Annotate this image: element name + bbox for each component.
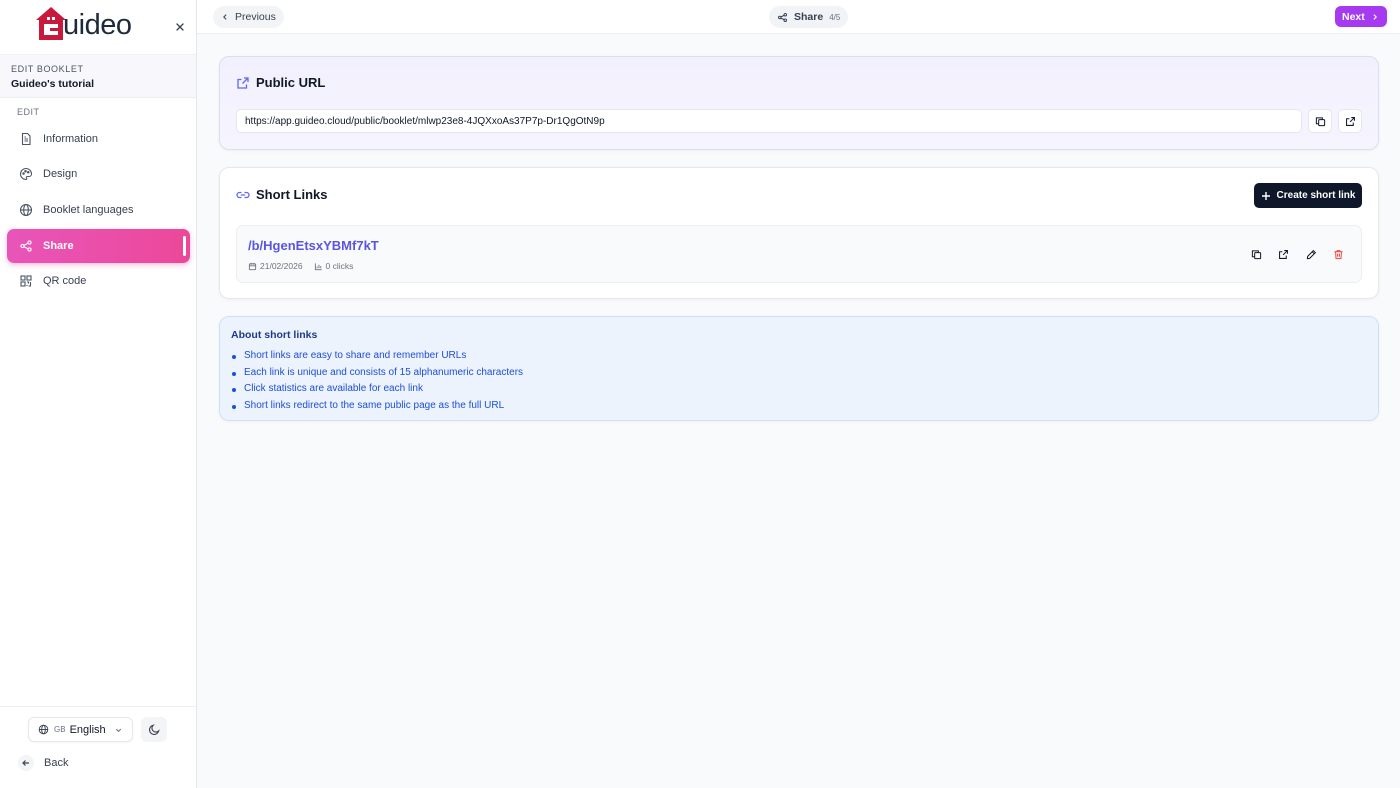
short-link-slug[interactable]: /b/HgenEtsxYBMf7kT [248, 238, 379, 253]
external-link-icon [1345, 116, 1356, 127]
copy-icon [1315, 116, 1326, 127]
public-url-card: Public URL [219, 56, 1379, 150]
logo-area: uideo [0, 0, 196, 55]
qr-code-icon [19, 274, 33, 288]
short-link-row: /b/HgenEtsxYBMf7kT 21/02/2026 0 clicks [236, 225, 1362, 283]
public-url-heading: Public URL [236, 75, 325, 90]
list-item: Each link is unique and consists of 15 a… [231, 365, 523, 382]
short-links-heading: Short Links [236, 187, 328, 202]
previous-label: Previous [235, 11, 276, 23]
create-short-link-button[interactable]: Create short link [1254, 183, 1362, 208]
short-link-clicks: 0 clicks [314, 261, 354, 271]
edit-booklet-header: EDIT BOOKLET Guideo's tutorial [0, 55, 196, 98]
step-counter: 4/5 [829, 12, 841, 22]
list-item: Short links redirect to the same public … [231, 398, 523, 415]
sidebar-item-label: Information [43, 133, 99, 145]
document-icon [19, 132, 33, 146]
public-url-title: Public URL [256, 75, 326, 90]
short-links-title: Short Links [256, 187, 328, 202]
back-label: Back [44, 757, 69, 769]
active-indicator [183, 236, 186, 256]
copy-url-button[interactable] [1308, 109, 1332, 133]
next-button[interactable]: Next [1335, 6, 1387, 27]
globe-icon [19, 203, 33, 217]
chevron-right-icon [1371, 13, 1379, 21]
about-points: Short links are easy to share and rememb… [231, 348, 523, 415]
bar-chart-icon [314, 262, 326, 271]
short-link-date-text: 21/02/2026 [260, 261, 303, 271]
edit-booklet-kicker: EDIT BOOKLET [11, 64, 84, 74]
about-short-links-card: About short links Short links are easy t… [219, 316, 1379, 421]
create-short-link-label: Create short link [1276, 190, 1356, 201]
list-item: Click statistics are available for each … [231, 381, 523, 398]
external-link-icon [1278, 249, 1289, 260]
sidebar-item-label: QR code [43, 275, 87, 287]
next-label: Next [1342, 10, 1365, 23]
language-select[interactable]: GB English [28, 717, 133, 742]
share-icon [777, 12, 788, 23]
share-icon [19, 239, 33, 253]
calendar-icon [248, 262, 260, 271]
sidebar-item-share[interactable]: Share [7, 229, 190, 263]
guideo-logo[interactable]: uideo [35, 6, 132, 42]
plus-icon [1261, 191, 1271, 201]
trash-icon [1333, 249, 1344, 260]
open-url-button[interactable] [1338, 109, 1362, 133]
language-flag-code: GB [54, 725, 66, 734]
pencil-icon [1306, 249, 1317, 260]
list-item: Short links are easy to share and rememb… [231, 348, 523, 365]
short-link-clicks-text: 0 clicks [325, 261, 354, 271]
short-link-meta: 21/02/2026 0 clicks [248, 261, 364, 271]
arrow-left-icon [18, 755, 34, 771]
sidebar-item-design[interactable]: Design [7, 157, 190, 191]
sidebar-item-information[interactable]: Information [7, 122, 190, 156]
close-sidebar-icon[interactable] [172, 19, 188, 35]
short-links-card: Short Links Create short link /b/HgenEts… [219, 167, 1379, 299]
sidebar-item-booklet-languages[interactable]: Booklet languages [7, 193, 190, 227]
palette-icon [19, 167, 33, 181]
chevron-down-icon [114, 726, 123, 735]
sidebar-item-label: Booklet languages [43, 204, 134, 216]
globe-icon [38, 724, 49, 735]
sidebar-item-qr-code[interactable]: QR code [7, 264, 190, 298]
step-label: Share [794, 11, 824, 23]
booklet-title: Guideo's tutorial [11, 78, 95, 90]
sidebar-footer: GB English Back [0, 706, 196, 788]
chevron-left-icon [221, 13, 229, 21]
external-link-icon [236, 76, 250, 90]
copy-short-link-button[interactable] [1248, 246, 1264, 262]
sidebar: uideo EDIT BOOKLET Guideo's tutorial EDI… [0, 0, 197, 788]
sidebar-item-label: Design [43, 168, 78, 180]
link-icon [236, 188, 250, 202]
step-indicator: Share 4/5 [769, 6, 849, 28]
language-name: English [69, 723, 106, 736]
back-button[interactable]: Back [18, 755, 68, 771]
previous-button[interactable]: Previous [213, 6, 284, 28]
open-short-link-button[interactable] [1275, 246, 1291, 262]
moon-icon [148, 723, 161, 736]
logo-text: uideo [63, 9, 132, 41]
sidebar-item-label: Share [43, 240, 74, 252]
top-bar: Previous Share 4/5 Next [197, 0, 1400, 34]
short-link-date: 21/02/2026 [248, 261, 303, 271]
dark-mode-toggle[interactable] [141, 717, 167, 742]
edit-short-link-button[interactable] [1303, 246, 1319, 262]
public-url-field[interactable] [236, 109, 1302, 133]
section-label-edit: EDIT [17, 107, 40, 117]
about-title: About short links [231, 329, 318, 341]
copy-icon [1251, 249, 1262, 260]
delete-short-link-button[interactable] [1330, 246, 1346, 262]
